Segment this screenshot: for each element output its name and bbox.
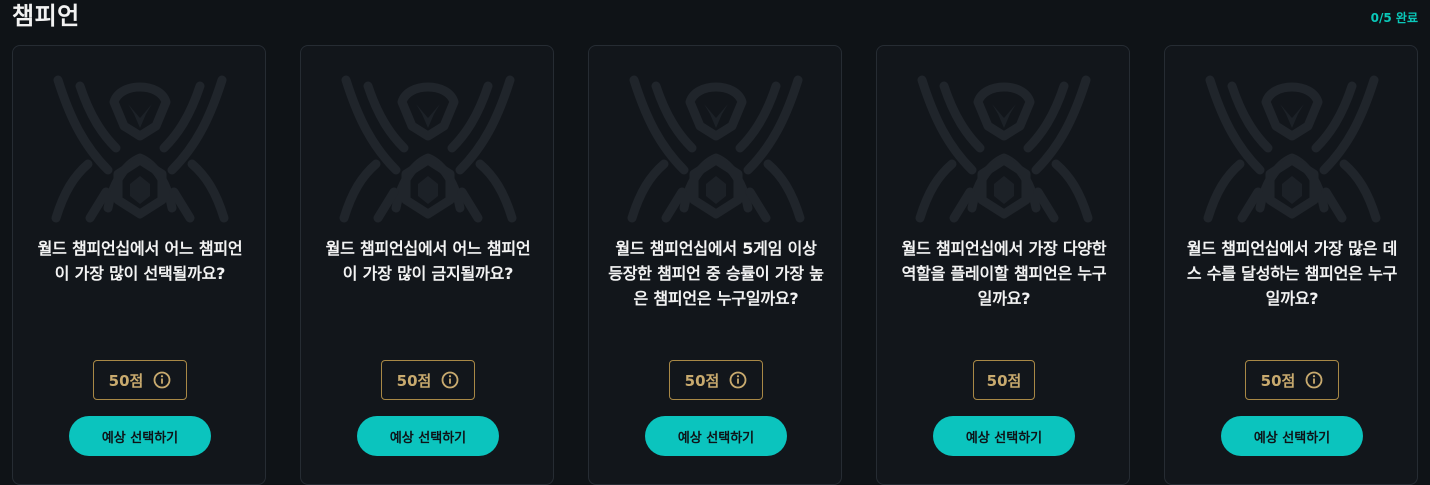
info-icon[interactable] (729, 371, 747, 389)
points-badge: 50점 (1245, 360, 1339, 400)
points-badge: 50점 (93, 360, 187, 400)
info-icon[interactable] (1305, 371, 1323, 389)
worlds-trophy-emblem-icon (339, 75, 517, 223)
points-badge: 50점 (973, 360, 1035, 400)
section-header: 챔피언 0/5 완료 (0, 0, 1430, 40)
worlds-trophy-emblem-icon (627, 75, 805, 223)
question-text: 월드 챔피언십에서 어느 챔피언이 가장 많이 금지될까요? (325, 239, 531, 283)
make-prediction-button[interactable]: 예상 선택하기 (69, 416, 211, 456)
progress-status: 0/5 완료 (1370, 11, 1418, 25)
prediction-card: 월드 챔피언십에서 가장 많은 데스 수를 달성하는 챔피언은 누구일까요? 5… (1164, 45, 1418, 485)
points-label: 50점 (986, 371, 1022, 390)
prediction-card: 월드 챔피언십에서 어느 챔피언이 가장 많이 선택될까요? 50점 예상 선택… (12, 45, 266, 485)
question-text: 월드 챔피언십에서 5게임 이상 등장한 챔피언 중 승률이 가장 높은 챔피언… (608, 239, 824, 308)
prediction-card-list: 월드 챔피언십에서 어느 챔피언이 가장 많이 선택될까요? 50점 예상 선택… (12, 45, 1420, 485)
worlds-trophy-emblem-icon (51, 75, 229, 223)
make-prediction-button[interactable]: 예상 선택하기 (645, 416, 787, 456)
make-prediction-button[interactable]: 예상 선택하기 (357, 416, 499, 456)
prediction-card: 월드 챔피언십에서 어느 챔피언이 가장 많이 금지될까요? 50점 예상 선택… (300, 45, 554, 485)
make-prediction-button[interactable]: 예상 선택하기 (1221, 416, 1363, 456)
points-badge: 50점 (381, 360, 475, 400)
points-label: 50점 (396, 371, 432, 390)
points-badge: 50점 (669, 360, 763, 400)
question-text: 월드 챔피언십에서 가장 다양한 역할을 플레이할 챔피언은 누구일까요? (901, 239, 1107, 308)
info-icon[interactable] (441, 371, 459, 389)
points-label: 50점 (108, 371, 144, 390)
question-text: 월드 챔피언십에서 어느 챔피언이 가장 많이 선택될까요? (37, 239, 243, 283)
points-label: 50점 (684, 371, 720, 390)
question-text: 월드 챔피언십에서 가장 많은 데스 수를 달성하는 챔피언은 누구일까요? (1186, 239, 1398, 308)
section-title: 챔피언 (12, 2, 80, 30)
worlds-trophy-emblem-icon (1203, 75, 1381, 223)
worlds-trophy-emblem-icon (915, 75, 1093, 223)
points-label: 50점 (1260, 371, 1296, 390)
make-prediction-button[interactable]: 예상 선택하기 (933, 416, 1075, 456)
prediction-card: 월드 챔피언십에서 5게임 이상 등장한 챔피언 중 승률이 가장 높은 챔피언… (588, 45, 842, 485)
prediction-card: 월드 챔피언십에서 가장 다양한 역할을 플레이할 챔피언은 누구일까요? 50… (876, 45, 1130, 485)
info-icon[interactable] (153, 371, 171, 389)
